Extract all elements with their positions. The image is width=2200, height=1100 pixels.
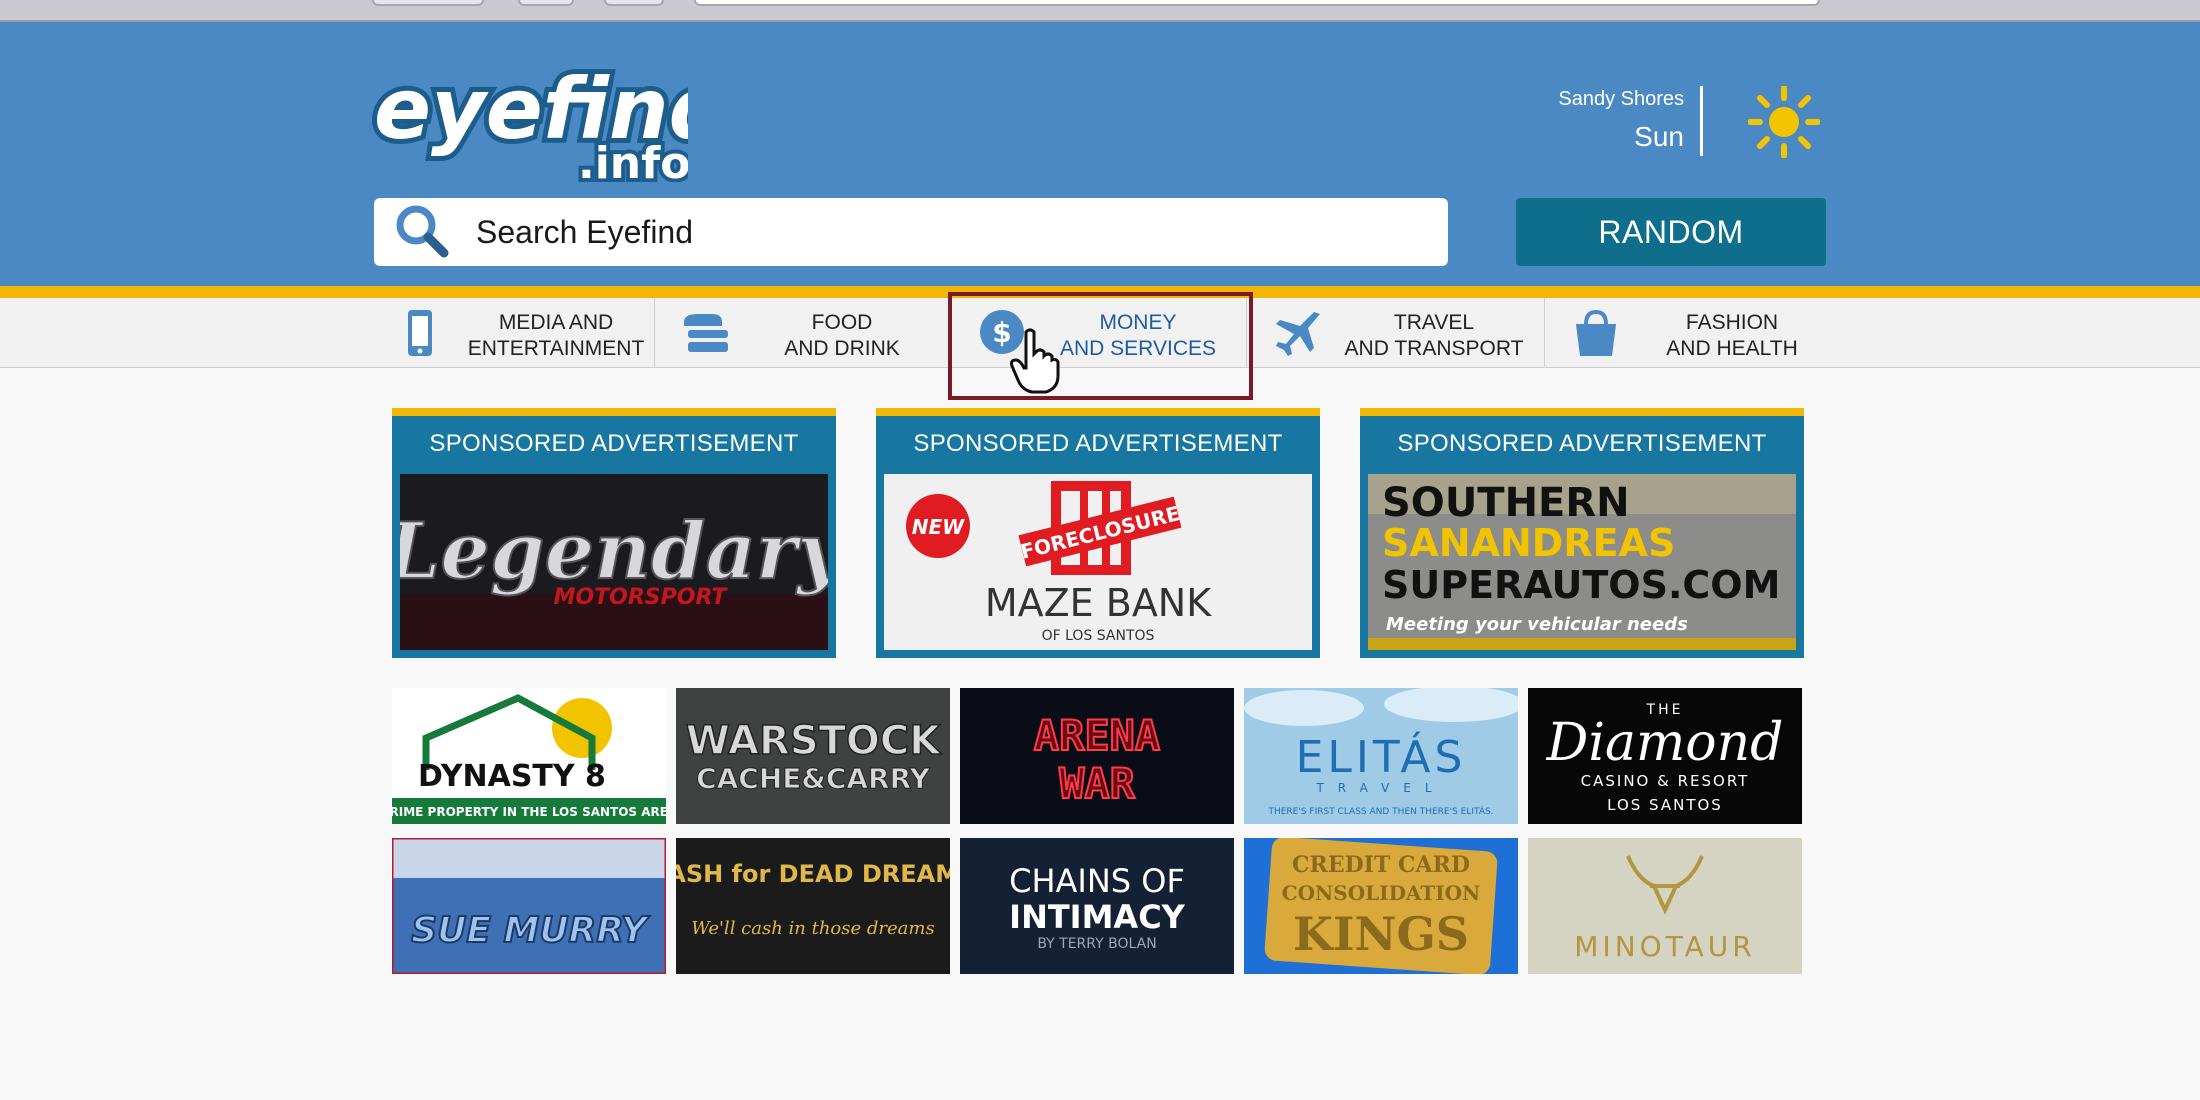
nav-label-line1: MEDIA AND [498,311,614,334]
nav-divider [1544,298,1545,368]
ad-image: Legendary MOTORSPORT [400,474,828,650]
nav-divider [654,298,655,368]
ad-title: SPONSORED ADVERTISEMENT [1397,430,1767,457]
random-button[interactable]: RANDOM [1516,198,1826,266]
nav-media-entertainment[interactable]: MEDIA AND ENTERTAINMENT [378,298,654,368]
nav-fashion-health[interactable]: FASHION AND HEALTH [1554,298,1830,368]
tile-sub: INTIMACY [1009,898,1186,936]
tile-elitas[interactable]: ELITÁS TRAVEL THERE'S FIRST CLASS AND TH… [1244,688,1518,824]
weather-city: Sandy Shores [1558,88,1684,110]
tile-line3: BY TERRY BOLAN [1037,936,1156,952]
back-forward-button[interactable] [372,0,484,6]
tile-chains-of-intimacy[interactable]: CHAINS OF INTIMACY BY TERRY BOLAN [960,838,1234,974]
tile-sub: WAR [1059,759,1136,808]
tile-tag: THERE'S FIRST CLASS AND THEN THERE'S ELI… [1267,805,1493,817]
tile-line3: CASINO & RESORT [1581,772,1750,790]
tile-sub: Diamond [1546,713,1784,773]
weather-widget: Sandy Shores Sun [1558,88,1684,153]
sponsored-ad-legendary[interactable]: SPONSORED ADVERTISEMENT Legendary MOTORS… [392,408,836,658]
ad-brand: MAZE BANK [985,581,1212,625]
search-input[interactable]: Search Eyefind [374,198,1448,266]
burger-icon [684,314,728,352]
sponsored-ad-maze-bank[interactable]: SPONSORED ADVERTISEMENT NEW FORECLOSURE … [876,408,1320,658]
ad-image: NEW FORECLOSURE MAZE BANK OF LOS SANTOS [884,474,1312,650]
search-icon [396,205,449,258]
tile-minotaur[interactable]: MINOTAUR [1528,838,1802,974]
selection-highlight [948,292,1253,400]
tile-dynasty8[interactable]: DYNASTY 8 PRIME PROPERTY IN THE LOS SANT… [392,688,666,824]
browser-chrome [0,0,2200,22]
tile-title: ARENA [1034,711,1160,760]
tile-title: CREDIT CARD [1292,852,1470,878]
ad-sub: OF LOS SANTOS [1042,628,1155,644]
tile-sub: TRAVEL [1315,781,1445,795]
ad-brand: Legendary [400,506,828,597]
ad-line2: SANANDREAS [1382,521,1675,565]
nav-food-drink[interactable]: FOOD AND DRINK [664,298,940,368]
tile-line3: KINGS [1293,907,1469,961]
nav-travel-transport[interactable]: TRAVEL AND TRANSPORT [1256,298,1532,368]
tile-sue-murry[interactable]: SUE MURRY [392,838,666,974]
shopping-bag-icon [1576,309,1616,356]
nav-label-line2: AND HEALTH [1666,337,1798,360]
plane-icon [1276,312,1320,356]
sun-icon [1748,86,1820,158]
ad-title: SPONSORED ADVERTISEMENT [913,430,1283,457]
weather-divider [1700,86,1703,156]
ad-line3: SUPERAUTOS.COM [1382,563,1780,607]
tile-cash-dead-dreams[interactable]: CASH for DEAD DREAMS We'll cash in those… [676,838,950,974]
nav-label-line1: TRAVEL [1393,311,1475,334]
tile-sub: PRIME PROPERTY IN THE LOS SANTOS AREA [392,805,666,819]
weather-condition: Sun [1634,121,1684,152]
ad-line1: SOUTHERN [1382,480,1630,526]
tile-arena-war[interactable]: ARENA WAR [960,688,1234,824]
phone-icon [408,310,432,356]
tile-title: SUE MURRY [411,910,650,951]
tile-sub: CACHE&CARRY [696,762,931,795]
tile-diamond-casino[interactable]: THE Diamond CASINO & RESORT LOS SANTOS [1528,688,1802,824]
tile-title: MINOTAUR [1574,930,1755,963]
nav-label-line2: ENTERTAINMENT [467,337,645,360]
tile-sub: CONSOLIDATION [1282,881,1481,905]
tile-title: CHAINS OF [1009,862,1185,900]
reload-button[interactable] [518,0,574,6]
nav-label-line2: AND DRINK [784,337,900,360]
home-button[interactable] [604,0,664,6]
logo-text-info: .info [578,138,688,182]
hand-cursor-icon [1010,328,1060,394]
nav-label-line2: AND TRANSPORT [1344,337,1524,360]
ad-image: SOUTHERN SANANDREAS SUPERAUTOS.COM Meeti… [1368,474,1796,650]
search-placeholder: Search Eyefind [476,213,694,250]
nav-label-line1: FASHION [1685,311,1779,334]
address-bar[interactable] [694,0,1820,6]
tile-warstock[interactable]: WARSTOCK CACHE&CARRY [676,688,950,824]
new-badge: NEW [912,515,965,539]
tile-title: WARSTOCK [686,718,943,764]
ad-tagline: Meeting your vehicular needs [1386,614,1688,635]
tile-title: CASH for DEAD DREAMS [676,860,950,888]
tile-credit-card-kings[interactable]: CREDIT CARD CONSOLIDATION KINGS [1244,838,1518,974]
sponsored-ad-superautos[interactable]: SPONSORED ADVERTISEMENT SOUTHERN SANANDR… [1360,408,1804,658]
tile-line4: LOS SANTOS [1607,796,1723,814]
nav-label-line1: FOOD [811,311,873,334]
tile-title: ELITÁS [1296,730,1467,783]
tile-title: DYNASTY 8 [418,759,606,794]
tile-sub: We'll cash in those dreams [691,918,934,939]
ad-title: SPONSORED ADVERTISEMENT [429,430,799,457]
eyefind-logo[interactable]: eyefind .info [368,46,688,182]
ad-sub: MOTORSPORT [554,585,729,610]
